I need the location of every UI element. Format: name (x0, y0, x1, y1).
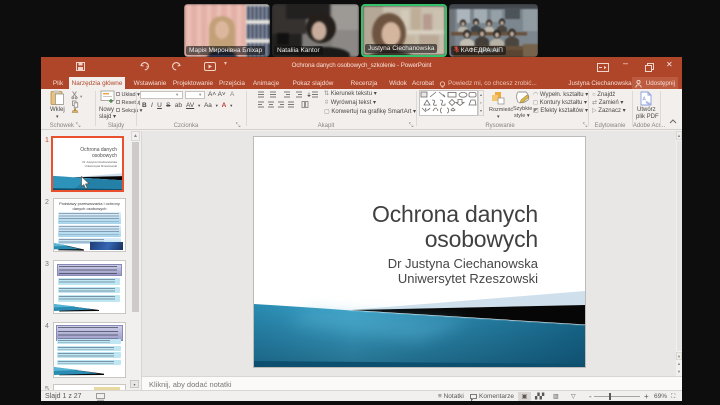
svg-text:▾: ▾ (80, 94, 83, 99)
